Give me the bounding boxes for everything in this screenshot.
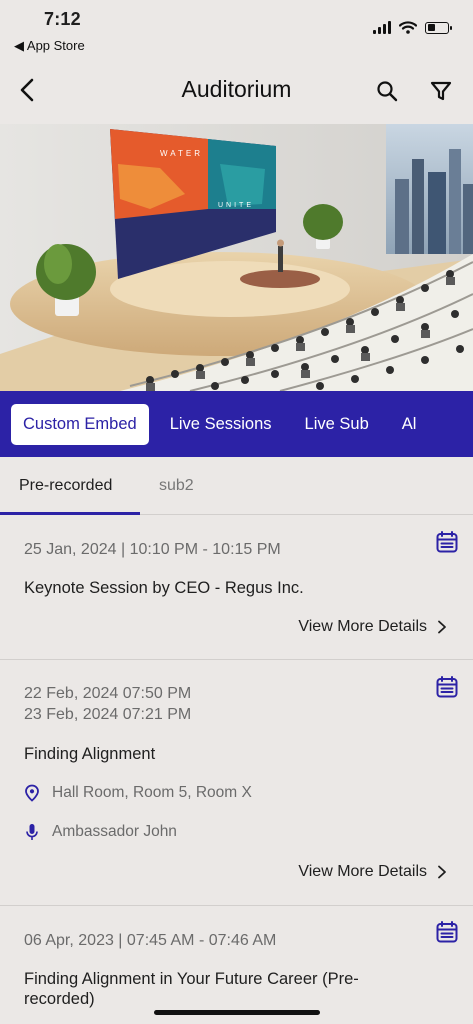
sub-tab-bar: Pre-recorded sub2	[0, 457, 473, 515]
session-end-date: 23 Feb, 2024 07:21 PM	[24, 706, 192, 723]
wifi-icon	[399, 21, 417, 34]
view-more-details-label: View More Details	[298, 618, 427, 635]
nav-bar: Auditorium	[0, 56, 473, 124]
home-indicator[interactable]	[154, 1010, 320, 1015]
session-title-line-2: recorded)	[24, 990, 95, 1008]
session-start-date: 22 Feb, 2024 07:50 PM	[24, 685, 192, 702]
session-card[interactable]: 06 Apr, 2023 | 07:45 AM - 07:46 AM Findi…	[0, 906, 473, 1024]
session-card[interactable]: 25 Jan, 2024 | 10:10 PM - 10:15 PM Keyno…	[0, 515, 473, 660]
tab-live-sub[interactable]: Live Sub	[293, 404, 381, 445]
session-card[interactable]: 22 Feb, 2024 07:50 PM 23 Feb, 2024 07:21…	[0, 660, 473, 906]
view-more-details-label: View More Details	[298, 863, 427, 880]
location-pin-icon	[25, 784, 39, 802]
page-title: Auditorium	[181, 76, 292, 102]
chevron-right-icon	[438, 620, 446, 634]
status-time: 7:12	[44, 9, 81, 29]
tab-live-sessions[interactable]: Live Sessions	[158, 404, 284, 445]
cellular-signal-icon	[373, 21, 391, 34]
tab-custom-embed[interactable]: Custom Embed	[11, 403, 149, 445]
view-more-details-link[interactable]: View More Details	[298, 618, 447, 636]
search-icon[interactable]	[375, 79, 399, 103]
calendar-icon[interactable]	[435, 530, 459, 554]
screen-word-right: UNITE	[218, 202, 254, 209]
session-location: Hall Room, Room 5, Room X	[24, 784, 252, 802]
chevron-right-icon	[438, 865, 446, 879]
calendar-icon[interactable]	[435, 920, 459, 944]
session-speaker: Ambassador John	[24, 823, 177, 841]
calendar-icon[interactable]	[435, 675, 459, 699]
view-more-details-link[interactable]: View More Details	[298, 863, 447, 881]
tab-all-truncated[interactable]: Al	[390, 404, 429, 445]
category-tab-bar: Custom Embed Live Sessions Live Sub Al	[0, 391, 473, 457]
session-location-text: Hall Room, Room 5, Room X	[52, 784, 252, 801]
session-title: Finding Alignment	[24, 745, 156, 763]
sub-tab-sub2[interactable]: sub2	[159, 477, 194, 495]
session-title-line-1: Finding Alignment in Your Future Career …	[24, 970, 359, 988]
microphone-icon	[26, 824, 38, 840]
screen-word-left: WATER	[160, 149, 203, 158]
session-title: Keynote Session by CEO - Regus Inc.	[24, 579, 304, 597]
status-icons	[373, 21, 452, 34]
auditorium-banner-image: WATER UNITE	[0, 124, 473, 391]
session-speaker-text: Ambassador John	[52, 823, 177, 840]
battery-icon	[425, 21, 452, 34]
session-date: 06 Apr, 2023 | 07:45 AM - 07:46 AM	[24, 932, 277, 949]
back-to-app-store-link[interactable]: ◀ App Store	[14, 38, 85, 54]
filter-icon[interactable]	[429, 79, 453, 103]
status-bar: 7:12 ◀ App Store	[0, 0, 473, 56]
session-date: 25 Jan, 2024 | 10:10 PM - 10:15 PM	[24, 541, 281, 558]
sub-tab-pre-recorded[interactable]: Pre-recorded	[19, 477, 112, 495]
